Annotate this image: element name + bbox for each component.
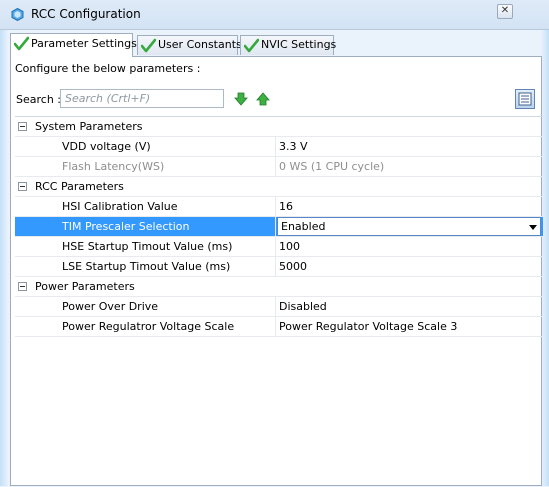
parameter-panel: Configure the below parameters : Search … [10, 56, 543, 487]
chevron-down-icon [529, 225, 537, 230]
group-label: System Parameters [35, 120, 143, 133]
param-row-vdd-voltage[interactable]: VDD voltage (V) 3.3 V [15, 137, 543, 157]
search-label: Search : [16, 93, 61, 106]
list-view-button[interactable] [515, 89, 535, 109]
group-rcc-parameters[interactable]: RCC Parameters [15, 177, 543, 197]
param-name: Power Regulatror Voltage Scale [62, 320, 235, 333]
configure-label: Configure the below parameters : [15, 62, 201, 75]
param-row-hse-startup-timeout[interactable]: HSE Startup Timout Value (ms) 100 [15, 237, 543, 257]
param-value[interactable]: 16 [275, 197, 543, 216]
group-power-parameters[interactable]: Power Parameters [15, 277, 543, 297]
check-icon [244, 38, 259, 53]
param-value[interactable]: 5000 [275, 257, 543, 276]
param-name: VDD voltage (V) [62, 140, 151, 153]
check-icon [141, 38, 156, 53]
param-value[interactable]: 3.3 V [275, 137, 543, 156]
param-name: TIM Prescaler Selection [62, 220, 190, 233]
param-value-cell: Enabled [275, 217, 543, 236]
param-value[interactable]: Power Regulator Voltage Scale 3 [275, 317, 543, 336]
param-name: Flash Latency(WS) [62, 160, 165, 173]
close-button[interactable]: ✕ [497, 4, 513, 19]
title-bar: RCC Configuration ✕ [0, 0, 549, 30]
tim-prescaler-dropdown[interactable]: Enabled [277, 217, 541, 236]
window-left-glow [0, 0, 8, 486]
tab-nvic-settings[interactable]: NVIC Settings [240, 35, 337, 55]
search-previous-arrow-up-icon[interactable] [256, 92, 270, 106]
param-name: Power Over Drive [62, 300, 159, 313]
param-row-flash-latency: Flash Latency(WS) 0 WS (1 CPU cycle) [15, 157, 543, 177]
search-input[interactable] [60, 89, 224, 108]
param-value: 0 WS (1 CPU cycle) [275, 157, 543, 176]
collapse-icon[interactable] [18, 182, 27, 191]
param-row-tim-prescaler[interactable]: TIM Prescaler Selection Enabled [15, 217, 543, 237]
group-system-parameters[interactable]: System Parameters [15, 117, 543, 137]
stm-cube-icon [11, 8, 24, 21]
param-row-power-over-drive[interactable]: Power Over Drive Disabled [15, 297, 543, 317]
group-label: Power Parameters [35, 280, 135, 293]
collapse-icon[interactable] [18, 282, 27, 291]
param-value[interactable]: 100 [275, 237, 543, 256]
check-icon [14, 36, 29, 51]
group-label: RCC Parameters [35, 180, 124, 193]
list-view-icon [518, 92, 532, 106]
param-row-power-regulator-voltage-scale[interactable]: Power Regulatror Voltage Scale Power Reg… [15, 317, 543, 337]
param-name: HSE Startup Timout Value (ms) [62, 240, 233, 253]
param-value[interactable]: Disabled [275, 297, 543, 316]
tab-user-constants[interactable]: User Constants [137, 35, 242, 55]
tab-label: Parameter Settings [31, 37, 137, 50]
close-icon: ✕ [500, 5, 510, 16]
window-title: RCC Configuration [31, 7, 141, 21]
param-name: HSI Calibration Value [62, 200, 178, 213]
tab-label: User Constants [158, 38, 242, 51]
tab-label: NVIC Settings [261, 38, 337, 51]
param-name: LSE Startup Timout Value (ms) [62, 260, 231, 273]
parameter-grid: System Parameters VDD voltage (V) 3.3 V … [15, 116, 543, 487]
collapse-icon[interactable] [18, 122, 27, 131]
param-row-hsi-calibration[interactable]: HSI Calibration Value 16 [15, 197, 543, 217]
param-row-lse-startup-timeout[interactable]: LSE Startup Timout Value (ms) 5000 [15, 257, 543, 277]
search-next-arrow-down-icon[interactable] [234, 92, 248, 106]
tab-parameter-settings[interactable]: Parameter Settings [10, 33, 137, 57]
tab-bar: Parameter Settings User Constants NVIC S… [10, 33, 540, 57]
dropdown-selected-value: Enabled [281, 220, 326, 233]
